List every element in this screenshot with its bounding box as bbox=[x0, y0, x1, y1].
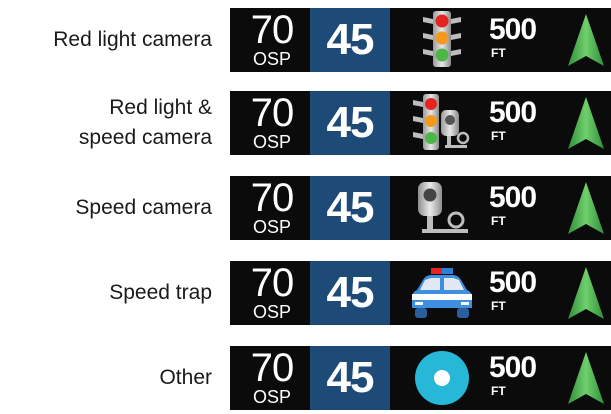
alert-row-other: Other 70 OSP 45 500 FT bbox=[0, 346, 611, 410]
distance-unit: FT bbox=[491, 214, 506, 228]
alert-type-label: Red light camera bbox=[0, 8, 212, 72]
observed-speed-value: 70 bbox=[250, 91, 295, 135]
traffic-light-icon bbox=[402, 8, 482, 72]
alert-type-label: Speed trap bbox=[0, 261, 212, 325]
speed-limit-box: 45 bbox=[310, 261, 390, 325]
distance-value: 500 bbox=[489, 351, 537, 384]
police-car-icon bbox=[402, 261, 482, 325]
distance-unit: FT bbox=[491, 384, 506, 398]
speed-limit-value: 45 bbox=[326, 353, 375, 402]
direction-arrow-icon bbox=[568, 97, 604, 149]
alert-row-red-light-camera: Red light camera 70 OSP 45 500 FT bbox=[0, 8, 611, 72]
alert-banner: 70 OSP 45 500 FT bbox=[230, 176, 611, 240]
alert-type-label-line: Red light camera bbox=[53, 28, 212, 51]
speed-limit-value: 45 bbox=[326, 268, 375, 317]
distance-unit: FT bbox=[491, 299, 506, 313]
distance-value: 500 bbox=[489, 96, 537, 129]
observed-speed-value: 70 bbox=[250, 176, 295, 220]
observed-speed-value: 70 bbox=[250, 346, 295, 390]
speed-limit-box: 45 bbox=[310, 8, 390, 72]
distance-value: 500 bbox=[489, 181, 537, 214]
observed-speed-value: 70 bbox=[250, 8, 295, 52]
speed-limit-value: 45 bbox=[326, 98, 375, 147]
alert-banner: 70 OSP 45 500 FT bbox=[230, 8, 611, 72]
alert-row-speed-camera: Speed camera 70 OSP 45 500 FT bbox=[0, 176, 611, 240]
alert-type-label-line: Other bbox=[159, 366, 212, 389]
traffic-light-speed-camera-icon bbox=[402, 91, 482, 155]
observed-speed-label: OSP bbox=[252, 302, 291, 322]
speed-limit-value: 45 bbox=[326, 15, 375, 64]
direction-arrow-icon bbox=[568, 182, 604, 234]
speed-limit-value: 45 bbox=[326, 183, 375, 232]
distance-unit: FT bbox=[491, 129, 506, 143]
alert-type-label-line: Speed camera bbox=[75, 196, 212, 219]
alert-banner: 70 OSP 45 500 FT bbox=[230, 261, 611, 325]
distance-value: 500 bbox=[489, 13, 537, 46]
observed-speed-label: OSP bbox=[252, 49, 291, 69]
alert-type-label-line: Red light & bbox=[109, 96, 212, 119]
alert-type-list: Red light camera 70 OSP 45 500 FT Red li… bbox=[0, 0, 611, 414]
direction-arrow-icon bbox=[568, 352, 604, 404]
speed-limit-box: 45 bbox=[310, 176, 390, 240]
distance-value: 500 bbox=[489, 266, 537, 299]
alert-banner: 70 OSP 45 500 FT bbox=[230, 346, 611, 410]
generic-alert-icon bbox=[402, 346, 482, 410]
alert-type-label: Speed camera bbox=[0, 176, 212, 240]
alert-type-label-line: speed camera bbox=[78, 126, 212, 149]
alert-type-label: Red light & speed camera bbox=[0, 91, 212, 155]
observed-speed-value: 70 bbox=[250, 261, 295, 305]
speed-camera-icon bbox=[402, 176, 482, 240]
speed-limit-box: 45 bbox=[310, 91, 390, 155]
direction-arrow-icon bbox=[568, 14, 604, 66]
alert-row-red-light-speed-camera: Red light & speed camera 70 OSP 45 500 F… bbox=[0, 91, 611, 155]
alert-banner: 70 OSP 45 500 FT bbox=[230, 91, 611, 155]
alert-row-speed-trap: Speed trap 70 OSP 45 500 FT bbox=[0, 261, 611, 325]
direction-arrow-icon bbox=[568, 267, 604, 319]
alert-type-label-line: Speed trap bbox=[109, 281, 212, 304]
observed-speed-label: OSP bbox=[252, 132, 291, 152]
observed-speed-label: OSP bbox=[252, 387, 291, 407]
speed-limit-box: 45 bbox=[310, 346, 390, 410]
alert-type-label: Other bbox=[0, 346, 212, 410]
observed-speed-label: OSP bbox=[252, 217, 291, 237]
distance-unit: FT bbox=[491, 46, 506, 60]
